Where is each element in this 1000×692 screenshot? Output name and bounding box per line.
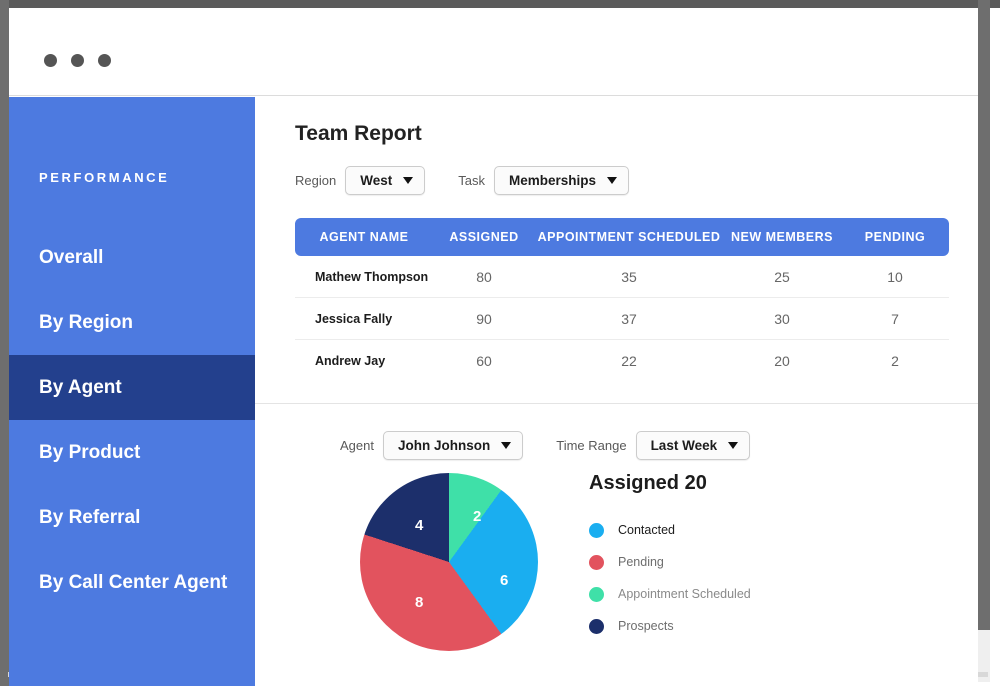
sidebar-nav: Overall By Region By Agent By Product By… bbox=[9, 225, 255, 615]
window-frame-left bbox=[0, 0, 9, 684]
pie-slice-label-prospects: 4 bbox=[415, 517, 423, 534]
sidebar-item-label: By Region bbox=[39, 312, 133, 334]
page-title: Team Report bbox=[295, 122, 422, 146]
sidebar-item-label: By Agent bbox=[39, 377, 122, 399]
sidebar-item-label: By Product bbox=[39, 442, 140, 464]
legend-color-swatch-icon bbox=[589, 523, 604, 538]
cell-pending: 2 bbox=[841, 353, 949, 369]
team-report-table: AGENT NAME ASSIGNED APPOINTMENT SCHEDULE… bbox=[295, 218, 949, 382]
legend-item-contacted[interactable]: Contacted bbox=[589, 514, 751, 546]
sidebar-section-title: PERFORMANCE bbox=[39, 170, 169, 185]
cell-appointment-scheduled: 35 bbox=[535, 269, 723, 285]
table-row[interactable]: Jessica Fally 90 37 30 7 bbox=[295, 298, 949, 340]
legend-color-swatch-icon bbox=[589, 619, 604, 634]
sidebar-item-by-call-center-agent[interactable]: By Call Center Agent bbox=[9, 550, 255, 615]
table-header-row: AGENT NAME ASSIGNED APPOINTMENT SCHEDULE… bbox=[295, 218, 949, 256]
legend-label: Contacted bbox=[618, 523, 675, 537]
cell-assigned: 90 bbox=[433, 311, 535, 327]
legend-color-swatch-icon bbox=[589, 587, 604, 602]
cell-assigned: 60 bbox=[433, 353, 535, 369]
window-dot-close-icon[interactable] bbox=[44, 54, 57, 67]
region-dropdown[interactable]: West bbox=[345, 166, 425, 195]
chevron-down-icon bbox=[403, 177, 413, 184]
table-column-header-pending: PENDING bbox=[841, 230, 949, 244]
pie-slice-label-pending: 8 bbox=[415, 594, 423, 611]
task-dropdown-value: Memberships bbox=[509, 173, 596, 188]
window-frame-right bbox=[978, 0, 990, 630]
window-dot-maximize-icon[interactable] bbox=[98, 54, 111, 67]
pie-slice-label-appointment-scheduled: 2 bbox=[473, 508, 481, 525]
sidebar-item-overall[interactable]: Overall bbox=[9, 225, 255, 290]
cell-agent-name: Andrew Jay bbox=[295, 354, 433, 368]
time-range-dropdown-value: Last Week bbox=[651, 438, 718, 453]
sidebar-item-by-agent[interactable]: By Agent bbox=[9, 355, 255, 420]
legend-item-pending[interactable]: Pending bbox=[589, 546, 751, 578]
cell-appointment-scheduled: 22 bbox=[535, 353, 723, 369]
main-content: Team Report Region West Task Memberships bbox=[255, 97, 978, 686]
legend-item-prospects[interactable]: Prospects bbox=[589, 610, 751, 642]
chevron-down-icon bbox=[607, 177, 617, 184]
time-range-filter-label: Time Range bbox=[556, 438, 626, 453]
legend-item-appointment-scheduled[interactable]: Appointment Scheduled bbox=[589, 578, 751, 610]
cell-assigned: 80 bbox=[433, 269, 535, 285]
legend-label: Prospects bbox=[618, 619, 674, 633]
task-filter-label: Task bbox=[458, 173, 485, 188]
region-filter-label: Region bbox=[295, 173, 336, 188]
agent-filter-label: Agent bbox=[340, 438, 374, 453]
table-column-header-new-members: NEW MEMBERS bbox=[723, 230, 841, 244]
window-dot-minimize-icon[interactable] bbox=[71, 54, 84, 67]
agent-dropdown-value: John Johnson bbox=[398, 438, 490, 453]
window-titlebar bbox=[9, 8, 978, 96]
assigned-pie-chart: 2 6 8 4 Assigned 20 Contacted Pending bbox=[255, 472, 978, 686]
legend-label: Appointment Scheduled bbox=[618, 587, 751, 601]
legend-label: Pending bbox=[618, 555, 664, 569]
legend-color-swatch-icon bbox=[589, 555, 604, 570]
chevron-down-icon bbox=[728, 442, 738, 449]
section-divider bbox=[255, 403, 978, 404]
sidebar: PERFORMANCE Overall By Region By Agent B… bbox=[9, 97, 255, 686]
sidebar-item-by-region[interactable]: By Region bbox=[9, 290, 255, 355]
filter-bar-top: Region West Task Memberships bbox=[295, 166, 629, 195]
region-dropdown-value: West bbox=[360, 173, 392, 188]
task-dropdown[interactable]: Memberships bbox=[494, 166, 629, 195]
window-controls bbox=[44, 54, 111, 67]
pie-slice-label-contacted: 6 bbox=[500, 572, 508, 589]
cell-new-members: 30 bbox=[723, 311, 841, 327]
cell-appointment-scheduled: 37 bbox=[535, 311, 723, 327]
window-frame-top bbox=[0, 0, 1000, 8]
cell-new-members: 20 bbox=[723, 353, 841, 369]
app-window: PERFORMANCE Overall By Region By Agent B… bbox=[9, 8, 978, 686]
cell-pending: 10 bbox=[841, 269, 949, 285]
table-row[interactable]: Andrew Jay 60 22 20 2 bbox=[295, 340, 949, 382]
sidebar-item-by-referral[interactable]: By Referral bbox=[9, 485, 255, 550]
cell-agent-name: Jessica Fally bbox=[295, 312, 433, 326]
chart-title: Assigned 20 bbox=[589, 472, 751, 495]
cell-agent-name: Mathew Thompson bbox=[295, 270, 433, 284]
agent-dropdown[interactable]: John Johnson bbox=[383, 431, 523, 460]
cell-new-members: 25 bbox=[723, 269, 841, 285]
cell-pending: 7 bbox=[841, 311, 949, 327]
chevron-down-icon bbox=[501, 442, 511, 449]
pie-chart-legend: Assigned 20 Contacted Pending Appointmen… bbox=[589, 472, 751, 642]
pie-chart-graphic bbox=[360, 473, 538, 651]
sidebar-item-label: By Referral bbox=[39, 507, 140, 529]
time-range-dropdown[interactable]: Last Week bbox=[636, 431, 751, 460]
table-column-header-appointment-scheduled: APPOINTMENT SCHEDULED bbox=[535, 230, 723, 244]
desktop-background: PERFORMANCE Overall By Region By Agent B… bbox=[0, 0, 1000, 692]
sidebar-item-label: By Call Center Agent bbox=[39, 572, 227, 594]
table-row[interactable]: Mathew Thompson 80 35 25 10 bbox=[295, 256, 949, 298]
table-column-header-agent-name: AGENT NAME bbox=[295, 230, 433, 244]
sidebar-item-by-product[interactable]: By Product bbox=[9, 420, 255, 485]
filter-bar-bottom: Agent John Johnson Time Range Last Week bbox=[340, 431, 750, 460]
table-column-header-assigned: ASSIGNED bbox=[433, 230, 535, 244]
sidebar-item-label: Overall bbox=[39, 247, 103, 269]
